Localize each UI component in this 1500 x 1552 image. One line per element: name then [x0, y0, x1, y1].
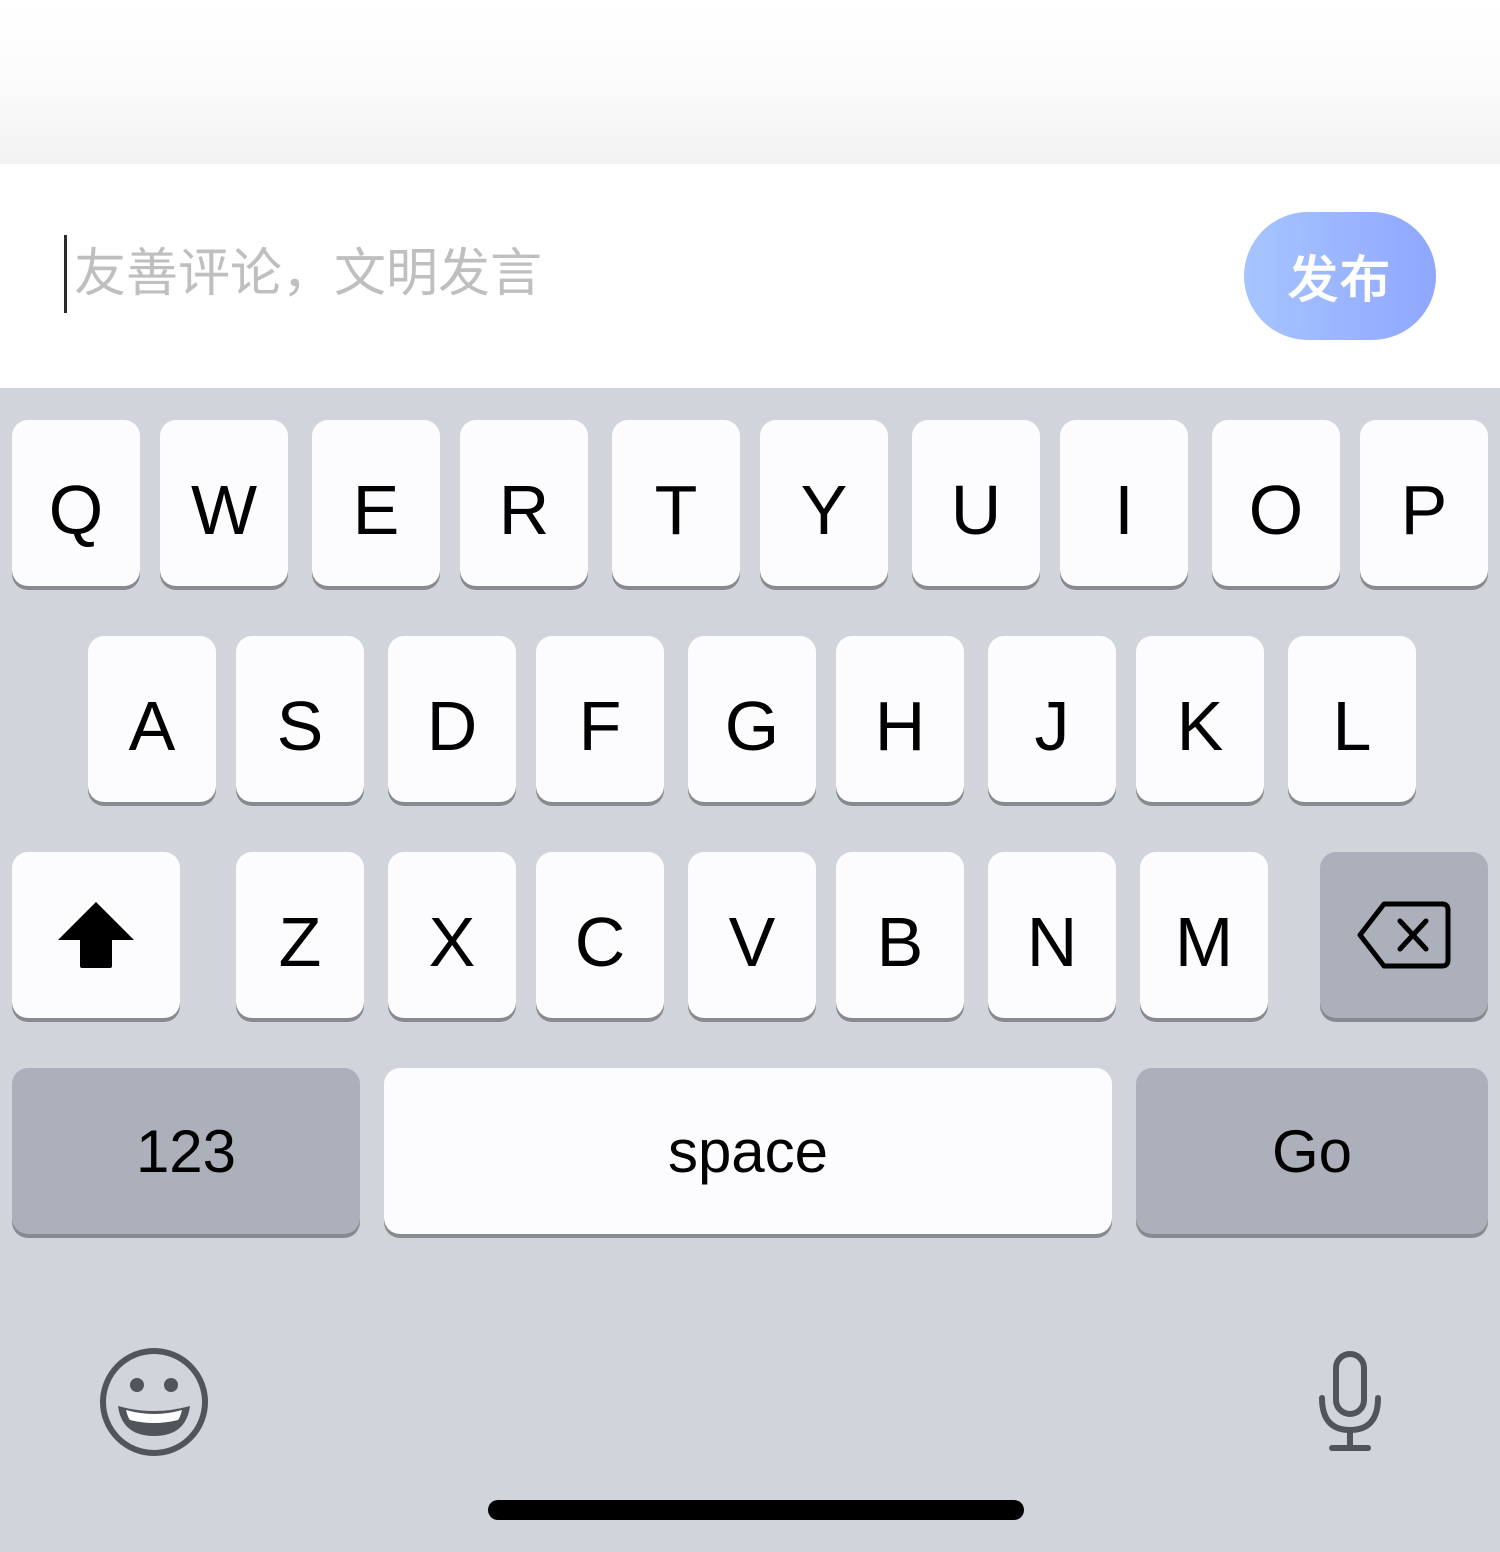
key-n[interactable]: N: [988, 852, 1116, 1018]
key-x[interactable]: X: [388, 852, 516, 1018]
key-a[interactable]: A: [88, 636, 216, 802]
key-r[interactable]: R: [460, 420, 588, 586]
content-area-top: [0, 0, 1500, 164]
key-z[interactable]: Z: [236, 852, 364, 1018]
key-w[interactable]: W: [160, 420, 288, 586]
key-b[interactable]: B: [836, 852, 964, 1018]
shift-key[interactable]: [12, 852, 180, 1018]
key-y[interactable]: Y: [760, 420, 888, 586]
key-f[interactable]: F: [536, 636, 664, 802]
backspace-icon: [1357, 901, 1451, 969]
key-t[interactable]: T: [612, 420, 740, 586]
publish-button[interactable]: 发布: [1244, 212, 1436, 340]
microphone-icon[interactable]: [1314, 1350, 1386, 1454]
key-v[interactable]: V: [688, 852, 816, 1018]
key-g[interactable]: G: [688, 636, 816, 802]
key-h[interactable]: H: [836, 636, 964, 802]
delete-key[interactable]: [1320, 852, 1488, 1018]
space-key[interactable]: space: [384, 1068, 1112, 1234]
key-s[interactable]: S: [236, 636, 364, 802]
shift-arrow-icon: [58, 902, 134, 968]
key-p[interactable]: P: [1360, 420, 1488, 586]
key-d[interactable]: D: [388, 636, 516, 802]
key-l[interactable]: L: [1288, 636, 1416, 802]
comment-input[interactable]: [64, 234, 1204, 314]
text-cursor: [64, 235, 67, 313]
key-q[interactable]: Q: [12, 420, 140, 586]
key-e[interactable]: E: [312, 420, 440, 586]
key-j[interactable]: J: [988, 636, 1116, 802]
numbers-key[interactable]: 123: [12, 1068, 360, 1234]
key-i[interactable]: I: [1060, 420, 1188, 586]
keyboard: Q W E R T Y U I O P A S D F G H J K L Z …: [0, 388, 1500, 1552]
emoji-smile-icon[interactable]: [98, 1346, 210, 1458]
key-o[interactable]: O: [1212, 420, 1340, 586]
key-c[interactable]: C: [536, 852, 664, 1018]
home-indicator[interactable]: [488, 1500, 1024, 1520]
key-u[interactable]: U: [912, 420, 1040, 586]
key-k[interactable]: K: [1136, 636, 1264, 802]
go-key[interactable]: Go: [1136, 1068, 1488, 1234]
key-m[interactable]: M: [1140, 852, 1268, 1018]
